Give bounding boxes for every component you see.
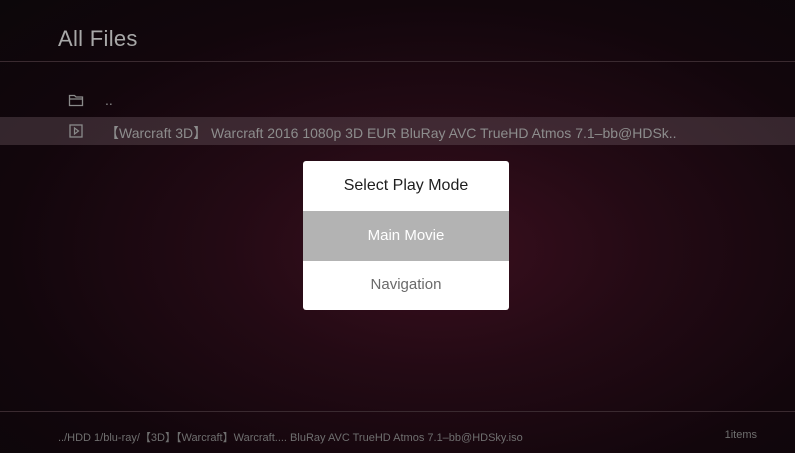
parent-folder-label: .. bbox=[105, 92, 113, 108]
header: All Files bbox=[0, 0, 795, 62]
video-file-icon bbox=[68, 123, 84, 139]
folder-icon bbox=[68, 92, 84, 108]
play-mode-dialog: Select Play Mode Main Movie Navigation bbox=[303, 161, 509, 310]
list-item-file[interactable]: 【Warcraft 3D】 Warcraft 2016 1080p 3D EUR… bbox=[0, 117, 795, 145]
navigation-option[interactable]: Navigation bbox=[303, 260, 509, 310]
dialog-title: Select Play Mode bbox=[343, 177, 469, 194]
main-movie-option[interactable]: Main Movie bbox=[303, 211, 509, 261]
current-path: ../HDD 1/blu-ray/【3D】【Warcraft】Warcraft.… bbox=[58, 432, 523, 444]
item-count: 1items bbox=[724, 429, 757, 441]
file-name-label: 【Warcraft 3D】 Warcraft 2016 1080p 3D EUR… bbox=[105, 125, 677, 141]
list-item-parent-folder[interactable]: .. bbox=[0, 86, 795, 114]
status-bar: ../HDD 1/blu-ray/【3D】【Warcraft】Warcraft.… bbox=[0, 411, 795, 453]
page-title: All Files bbox=[58, 26, 138, 51]
